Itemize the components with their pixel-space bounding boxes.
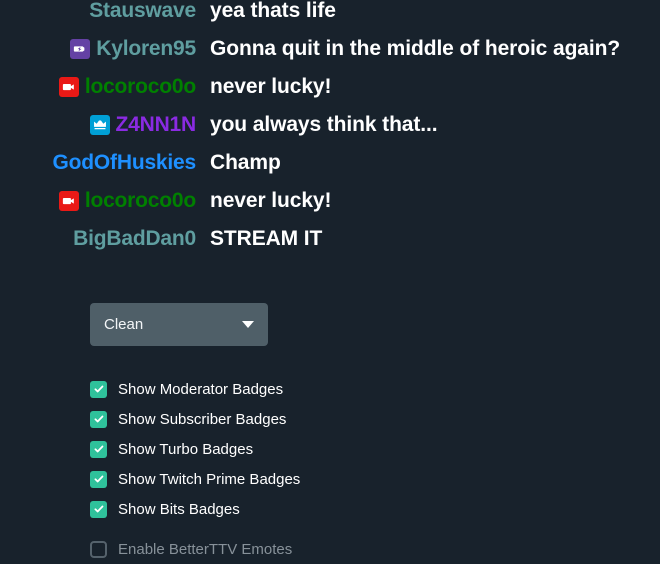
twitch-prime-badge-icon — [89, 115, 110, 135]
chat-message-author: locoroco0o — [0, 189, 200, 213]
turbo-badge-icon — [70, 39, 91, 59]
setting-option-row[interactable]: Show Turbo Badges — [90, 434, 630, 464]
checkbox-checked-icon[interactable] — [90, 380, 107, 398]
checkbox-checked-icon[interactable] — [90, 470, 107, 488]
checkbox-checked-icon[interactable] — [90, 410, 107, 428]
chat-settings-panel: Clean Show Moderator Badges Show Subscrib… — [90, 303, 630, 564]
chat-message-text: Gonna quit in the middle of heroic again… — [210, 37, 621, 60]
setting-option-label: Show Subscriber Badges — [118, 410, 287, 428]
checkbox-checked-icon[interactable] — [90, 440, 107, 458]
chat-username[interactable]: Kyloren95 — [96, 37, 196, 61]
setting-option-row[interactable]: Show Twitch Prime Badges — [90, 464, 630, 494]
chat-message: GodOfHuskies Champ — [0, 144, 660, 182]
chat-message-author: Kyloren95 — [0, 37, 200, 61]
setting-option-row[interactable]: Show Subscriber Badges — [90, 404, 630, 434]
setting-option-label: Enable BetterTTV Emotes — [118, 540, 293, 558]
appearance-select-value: Clean — [104, 316, 144, 333]
chat-message-author: locoroco0o — [0, 75, 200, 99]
chat-message-list: Stauswave yea thats life Kyloren95 Gonna qu… — [0, 0, 660, 258]
chat-message-text: STREAM IT — [210, 227, 323, 250]
badge-options-list: Show Moderator Badges Show Subscriber Bad… — [90, 374, 630, 564]
chat-message-author: Z4NN1N — [0, 113, 200, 137]
chat-username[interactable]: locoroco0o — [85, 189, 196, 213]
chat-username[interactable]: BigBadDan0 — [73, 227, 196, 251]
chat-message: Kyloren95 Gonna quit in the middle of her… — [0, 30, 660, 68]
chat-username[interactable]: Z4NN1N — [116, 113, 197, 137]
chat-message-author: GodOfHuskies — [0, 151, 200, 175]
chat-message-text: never lucky! — [210, 75, 332, 98]
checkbox-checked-icon[interactable] — [90, 500, 107, 518]
setting-option-label: Show Turbo Badges — [118, 440, 254, 458]
appearance-select[interactable]: Clean — [90, 303, 268, 346]
checkbox-unchecked-icon — [90, 540, 107, 558]
chat-username[interactable]: Stauswave — [89, 0, 196, 23]
setting-option-row[interactable]: Show Moderator Badges — [90, 374, 630, 404]
broadcaster-badge-icon — [58, 77, 79, 97]
chat-message-text: Champ — [210, 151, 281, 174]
chat-username[interactable]: GodOfHuskies — [53, 151, 197, 175]
setting-option-row[interactable]: Show Bits Badges — [90, 494, 630, 524]
setting-option-label: Show Bits Badges — [118, 500, 240, 518]
chat-message-author: Stauswave — [0, 0, 200, 23]
setting-option-row: Enable BetterTTV Emotes — [90, 534, 630, 564]
chat-message: Stauswave yea thats life — [0, 0, 660, 30]
chat-message: locoroco0o never lucky! — [0, 182, 660, 220]
broadcaster-badge-icon — [58, 191, 79, 211]
chat-message-author: BigBadDan0 — [0, 227, 200, 251]
chat-message-text: never lucky! — [210, 189, 332, 212]
chat-message-text: yea thats life — [210, 0, 336, 22]
setting-option-label: Show Moderator Badges — [118, 380, 284, 398]
setting-option-label: Show Twitch Prime Badges — [118, 470, 301, 488]
chat-message: locoroco0o never lucky! — [0, 68, 660, 106]
chat-username[interactable]: locoroco0o — [85, 75, 196, 99]
chevron-down-icon — [242, 321, 254, 328]
chat-message: BigBadDan0 STREAM IT — [0, 220, 660, 258]
chat-message-text: you always think that... — [210, 113, 438, 136]
chat-message: Z4NN1N you always think that... — [0, 106, 660, 144]
